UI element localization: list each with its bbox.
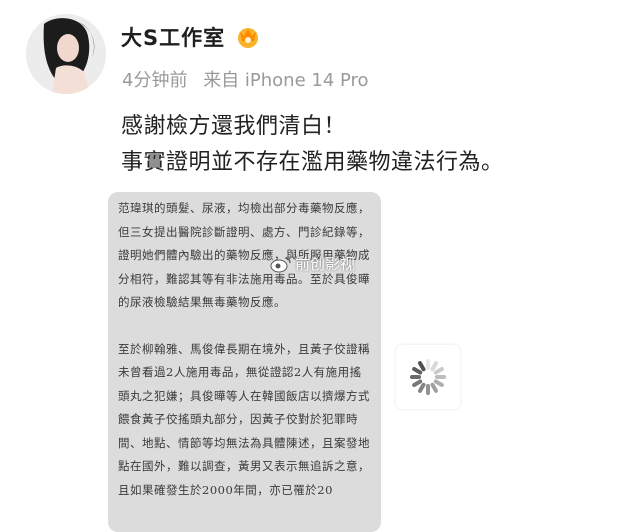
post-text-line-1: 感謝檢方還我們清白！ xyxy=(121,114,347,139)
loading-spinner xyxy=(396,345,460,409)
loading-spinner-icon xyxy=(410,359,446,395)
avatar[interactable] xyxy=(26,14,106,94)
weibo-logo-icon xyxy=(270,256,291,272)
image-watermark: 前创影视 xyxy=(270,253,355,274)
vip-badge-icon xyxy=(235,24,261,50)
post-meta: 4分钟前 来自 iPhone 14 Pro xyxy=(122,66,369,92)
post-time[interactable]: 4分钟前 xyxy=(122,70,187,91)
avatar-photo xyxy=(26,14,106,94)
username[interactable]: 大S工作室 xyxy=(121,22,225,52)
post-source: 来自 iPhone 14 Pro xyxy=(203,70,369,91)
image-paragraph-2: 至於柳翰雅、馬俊偉長期在境外，且黃子佼證稱未曾看過2人施用毒品，無從證認2人有施… xyxy=(118,341,370,497)
watermark-text: 前创影视 xyxy=(295,255,356,273)
post-text-line-2: 事實證明並不存在濫用藥物違法行為。 xyxy=(121,150,504,175)
post-image[interactable]: 范瑋琪的頭髮、尿液，均檢出部分毒藥物反應，但三女提出醫院診斷證明、處方、門診紀錄… xyxy=(108,192,381,532)
